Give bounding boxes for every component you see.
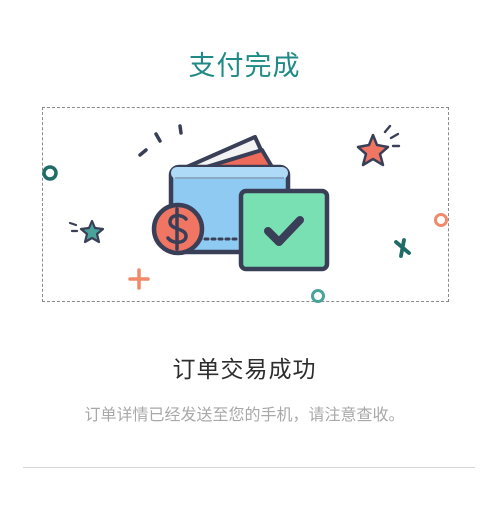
ring-decoration-left — [42, 165, 58, 181]
star-icon-right — [356, 124, 401, 167]
payment-success-illustration — [42, 124, 448, 303]
star-icon-left — [68, 219, 105, 244]
result-description: 订单详情已经发送至您的手机，请注意查收。 — [84, 405, 405, 424]
divider — [23, 467, 475, 468]
ring-decoration-right — [434, 213, 448, 227]
coin-icon — [151, 202, 205, 256]
result-title: 订单交易成功 — [172, 357, 317, 383]
cross-icon-teal — [394, 238, 411, 258]
sparkle-lines-top — [138, 124, 183, 157]
plus-icon-orange — [128, 268, 150, 290]
checkmark-card-icon — [238, 188, 330, 272]
ring-decoration-bottom — [311, 289, 325, 303]
